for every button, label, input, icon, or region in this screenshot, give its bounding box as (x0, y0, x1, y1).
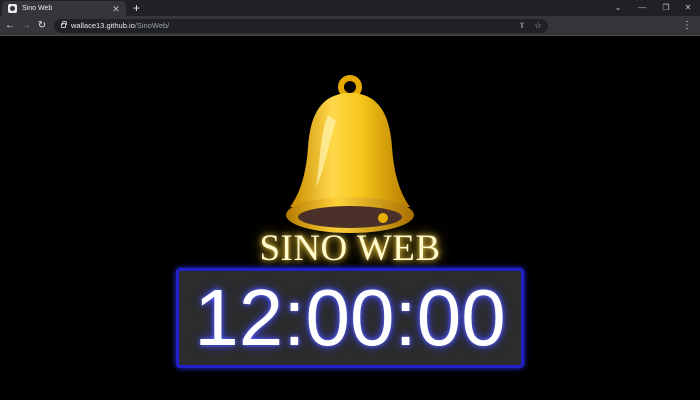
url-host: wallace13.github.io (71, 21, 135, 30)
tab-close-icon[interactable]: ✕ (110, 3, 122, 15)
lock-icon[interactable] (61, 21, 67, 28)
tab-title: Sino Web (22, 5, 53, 12)
page-title: SINO WEB (259, 228, 441, 269)
page-viewport: SINO WEB 12:00:00 (0, 37, 700, 400)
close-window-button[interactable]: ✕ (676, 0, 700, 16)
browser-tab[interactable]: Sino Web ✕ (2, 1, 126, 16)
reload-button[interactable]: ↻ (35, 19, 49, 33)
bookmark-star-icon[interactable]: ☆ (532, 20, 544, 32)
tab-strip: Sino Web ✕ + ⌄ — ❐ ✕ (0, 0, 700, 16)
favicon-icon (8, 4, 17, 13)
clock-display: 12:00:00 (176, 268, 524, 368)
minimize-button[interactable]: — (630, 0, 654, 16)
url-text[interactable]: wallace13.github.io/SinoWeb/ (71, 20, 169, 32)
share-icon[interactable]: ⇪ (516, 20, 528, 32)
maximize-button[interactable]: ❐ (654, 0, 678, 16)
address-bar[interactable]: wallace13.github.io/SinoWeb/ ⇪ ☆ (54, 19, 548, 33)
back-button[interactable]: ← (3, 19, 17, 33)
bell-icon (286, 75, 414, 233)
browser-menu-icon[interactable]: ⋮ (682, 19, 692, 33)
tab-search-icon[interactable]: ⌄ (606, 0, 630, 16)
clock-time: 12:00:00 (194, 273, 506, 362)
forward-button[interactable]: → (19, 19, 33, 33)
url-path: /SinoWeb/ (134, 21, 170, 30)
browser-toolbar: ← → ↻ wallace13.github.io/SinoWeb/ ⇪ ☆ ⋮ (0, 16, 700, 36)
new-tab-button[interactable]: + (130, 2, 143, 15)
